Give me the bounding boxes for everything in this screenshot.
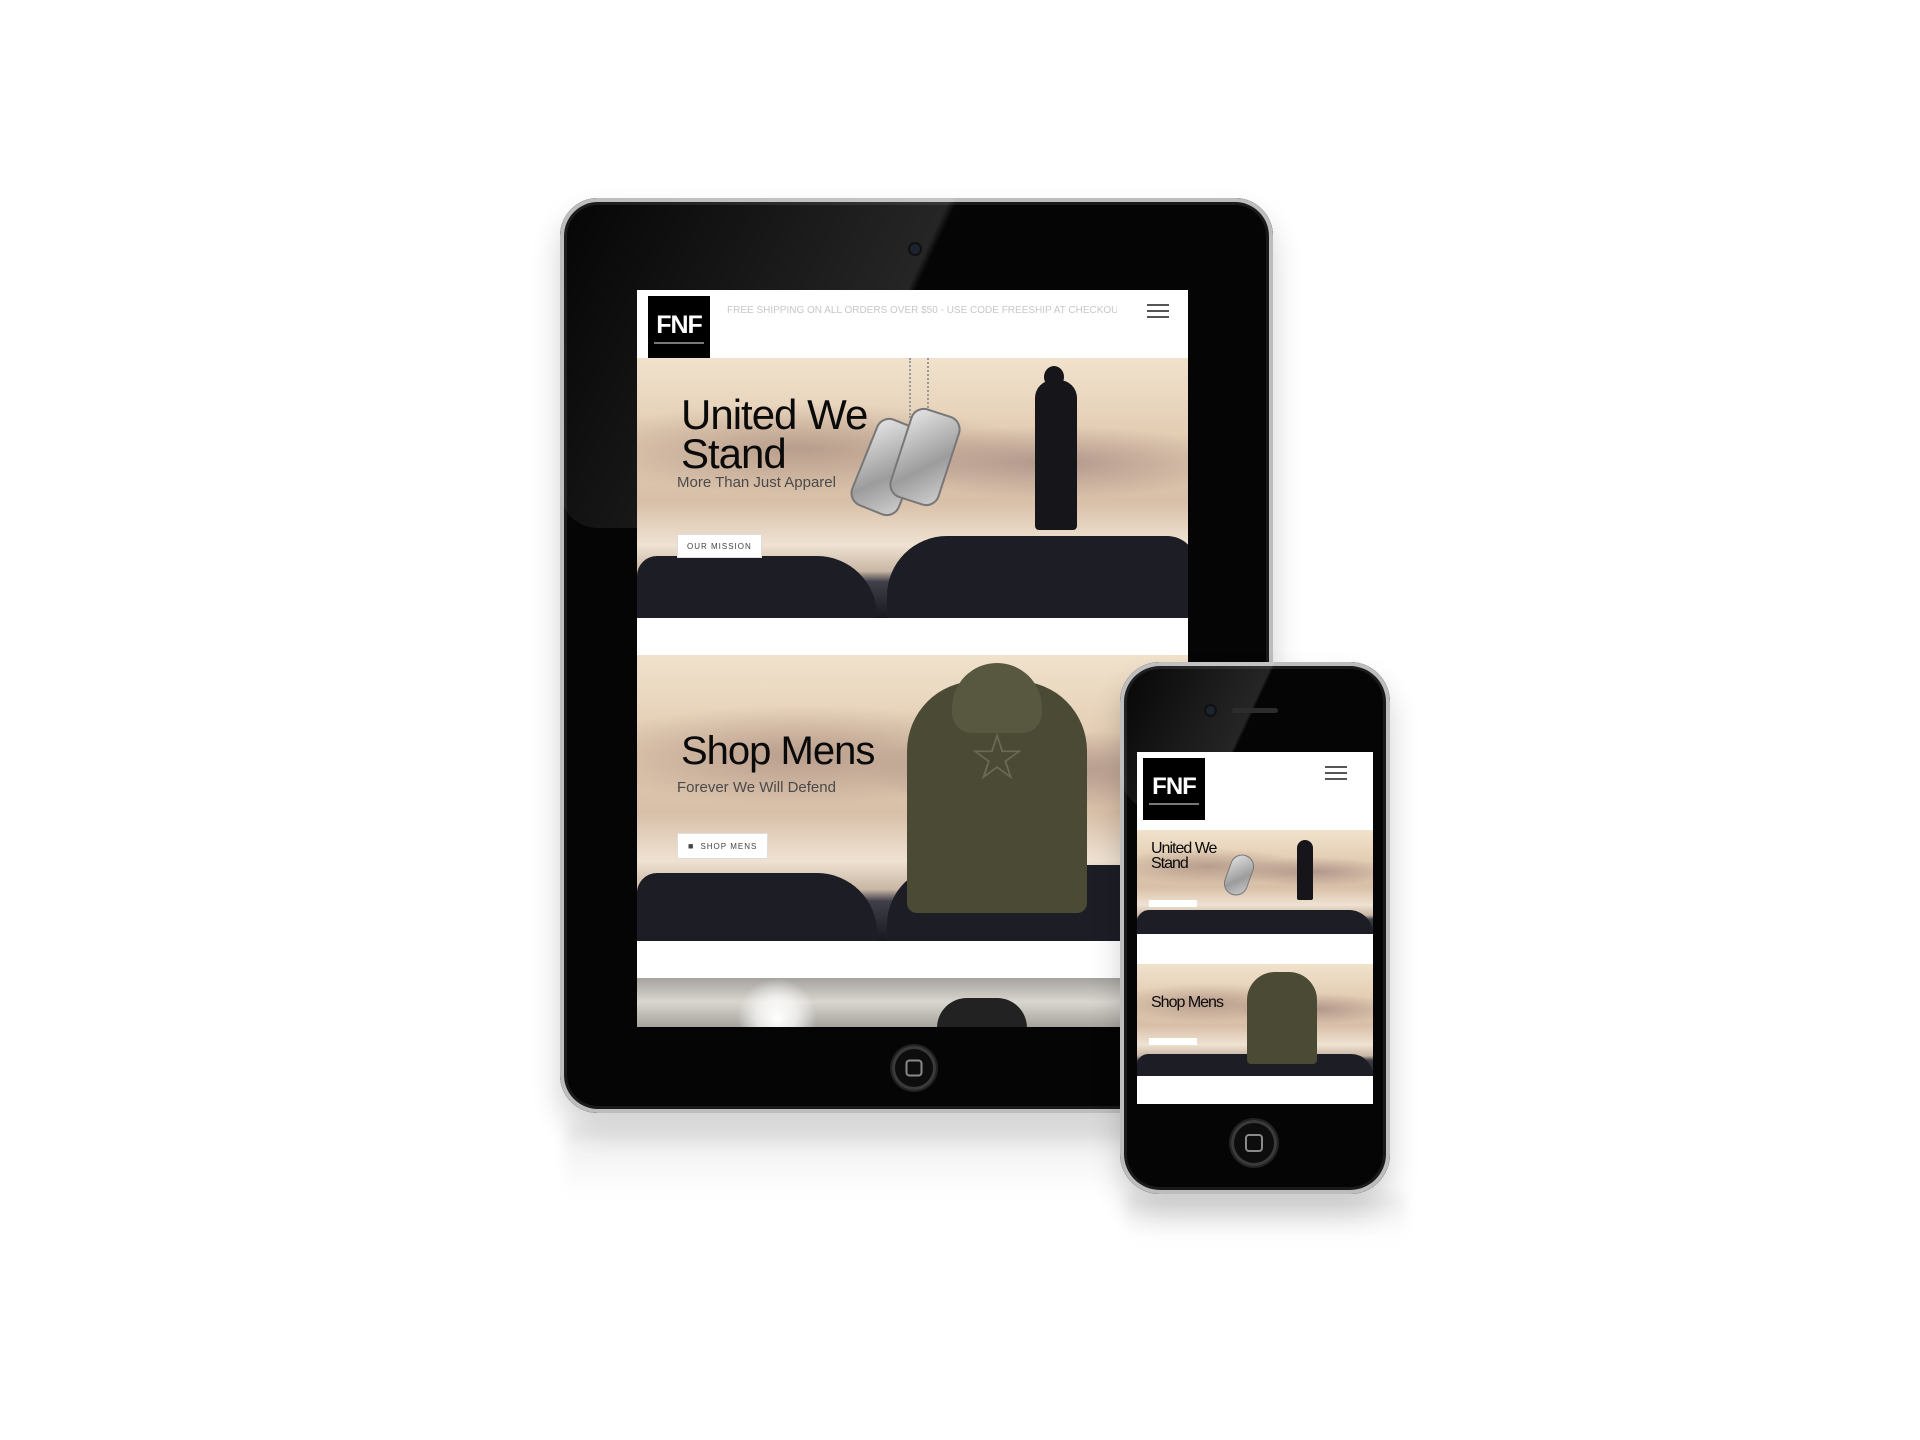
site-header: FNF FREE SHIPPING ON ALL ORDERS OVER $50… <box>637 290 1188 358</box>
phone-screen[interactable]: FNF United We Stand Shop Mens <box>1137 752 1373 1104</box>
banner-third[interactable] <box>637 978 1188 1027</box>
phone-dogtag-image <box>1220 851 1258 899</box>
banner-title: Shop Mens <box>681 729 875 773</box>
standing-man-silhouette <box>1035 380 1077 530</box>
phone-site-logo[interactable]: FNF <box>1143 758 1205 820</box>
phone-banner-button[interactable] <box>1149 900 1197 907</box>
home-square-icon <box>905 1059 923 1077</box>
star-logo-icon: ☆ <box>968 721 1026 793</box>
phone-hamburger-menu-icon[interactable] <box>1325 766 1347 784</box>
site-logo[interactable]: FNF <box>648 296 710 358</box>
phone-camera-icon <box>1206 706 1215 715</box>
phone-speaker <box>1232 708 1278 713</box>
rock-left <box>637 873 877 941</box>
dogtag-chain <box>909 358 911 418</box>
shop-mens-button[interactable]: ■ SHOP MENS <box>677 833 769 859</box>
tablet-camera-icon <box>910 244 920 254</box>
site-logo-text: FNF <box>656 310 703 339</box>
shopping-bag-icon: ■ <box>688 841 695 851</box>
our-mission-button[interactable]: OUR MISSION <box>677 534 762 558</box>
banner-united-we-stand[interactable]: United We Stand More Than Just Apparel OU… <box>637 358 1188 618</box>
shop-mens-button-label: SHOP MENS <box>700 841 758 851</box>
tablet-reflection <box>565 1125 1145 1195</box>
phone-rock <box>1137 910 1373 934</box>
phone-device: FNF United We Stand Shop Mens <box>1120 662 1390 1194</box>
phone-standing-man <box>1297 840 1313 900</box>
banner-subtitle: More Than Just Apparel <box>677 474 836 491</box>
phone-banner-title: Shop Mens <box>1151 994 1224 1011</box>
phone-banner-button[interactable] <box>1149 1038 1197 1045</box>
hamburger-menu-icon[interactable] <box>1147 304 1169 322</box>
phone-hoodie-image <box>1247 972 1317 1064</box>
banner-title: United We Stand <box>681 391 868 477</box>
phone-banner-title: United We Stand <box>1151 840 1217 872</box>
site-logo-tagline <box>654 341 704 344</box>
phone-reflection <box>1125 1195 1405 1240</box>
tablet-screen[interactable]: FNF FREE SHIPPING ON ALL ORDERS OVER $50… <box>637 290 1188 1027</box>
banner-subtitle: Forever We Will Defend <box>677 779 836 796</box>
phone-home-square-icon <box>1245 1134 1263 1152</box>
our-mission-button-label: OUR MISSION <box>687 541 752 551</box>
standing-man-head <box>1044 366 1064 388</box>
tablet-home-button[interactable] <box>892 1046 936 1090</box>
announcement-bar: FREE SHIPPING ON ALL ORDERS OVER $50 - U… <box>727 305 1117 316</box>
rock-right <box>887 536 1188 618</box>
phone-banner-united-we-stand[interactable]: United We Stand <box>1137 830 1373 934</box>
jacket-silhouette <box>937 998 1027 1027</box>
phone-site-logo-text: FNF <box>1152 773 1197 800</box>
phone-home-button[interactable] <box>1231 1120 1277 1166</box>
phone-banner-shop-mens[interactable]: Shop Mens <box>1137 964 1373 1076</box>
sun-glow <box>737 978 817 1027</box>
banner-shop-mens[interactable]: ☆ Shop Mens Forever We Will Defend ■ SHO… <box>637 655 1188 941</box>
rock-left <box>637 556 877 618</box>
phone-site-header: FNF <box>1137 752 1373 822</box>
phone-site-logo-tagline <box>1149 803 1199 805</box>
